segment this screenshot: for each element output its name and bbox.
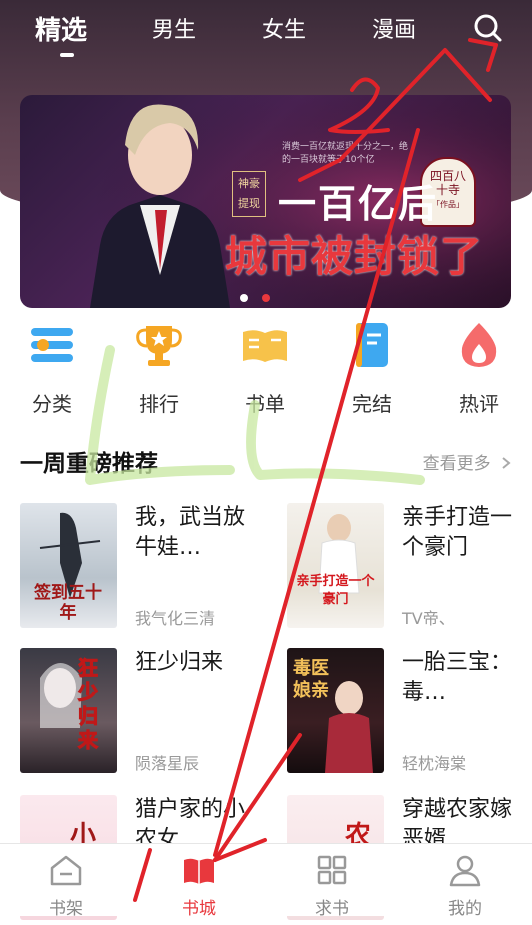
book-author: 我气化三清	[135, 609, 216, 628]
tab-request-book[interactable]: 求书	[292, 852, 372, 919]
section-title: 一周重磅推荐	[20, 451, 158, 477]
cover-title: 亲手打造一个豪门	[296, 574, 375, 607]
notebook-icon	[356, 323, 388, 367]
tab-male[interactable]: 男生	[152, 12, 196, 44]
pagination-dot-active[interactable]	[262, 294, 270, 302]
book-cover: 狂少归来	[20, 648, 117, 773]
book-title: 狂少归来	[135, 650, 224, 675]
book-card[interactable]: 签到五十年 我，武当放牛娃… 我气化三清	[20, 503, 270, 633]
category-label: 分类	[32, 392, 72, 416]
book-author: TV帝、	[402, 609, 455, 628]
view-more-link[interactable]: 查看更多	[423, 449, 512, 474]
grid-icon	[317, 855, 347, 885]
book-cover: 签到五十年	[20, 503, 117, 628]
bookshelf-icon	[50, 855, 82, 886]
tab-book-city[interactable]: 书城	[159, 852, 239, 919]
tab-label: 求书	[315, 899, 349, 919]
category-hot-reviews[interactable]: 热评	[439, 320, 519, 417]
open-book-icon	[243, 330, 287, 362]
section-header: 一周重磅推荐 查看更多	[20, 444, 512, 480]
category-label: 书单	[245, 392, 285, 416]
book-title: 我，武当放牛娃…	[135, 505, 246, 560]
pagination-dot[interactable]	[240, 294, 248, 302]
tab-label: 我的	[448, 899, 482, 919]
trophy-icon	[136, 326, 182, 366]
banner-tag: 神豪提现	[232, 171, 266, 217]
tab-comics[interactable]: 漫画	[372, 12, 416, 44]
banner-pagination	[240, 287, 284, 306]
category-label: 完结	[352, 392, 392, 416]
category-booklist[interactable]: 书单	[225, 320, 305, 417]
banner-subheadline: 城市被封锁了	[225, 232, 484, 281]
cover-figure	[318, 514, 360, 594]
cover-title: 狂少归来	[78, 656, 99, 753]
book-title: 一胎三宝：毒…	[402, 650, 513, 705]
category-classify[interactable]: 分类	[12, 320, 92, 417]
banner-blurb: 消费一百亿就返现十分之一，绝的一百块就等于10个亿	[282, 142, 409, 165]
cover-title: 毒医娘亲	[293, 658, 329, 701]
category-row: 分类 排行 书单 完结 热评	[0, 320, 532, 416]
banner-tag-text: 神豪提现	[238, 177, 260, 210]
search-icon	[474, 14, 502, 42]
promo-banner[interactable]: 四百八十寺 「作品」 消费一百亿就返现十分之一，绝的一百块就等于10个亿 神豪提…	[20, 95, 511, 308]
book-city-icon	[184, 858, 214, 884]
tab-featured[interactable]: 精选	[35, 10, 87, 47]
flame-icon	[461, 323, 497, 367]
tab-label: 书城	[182, 899, 216, 919]
banner-headline: 一百亿后	[278, 182, 439, 226]
book-author: 陨落星辰	[135, 754, 200, 773]
chevron-right-icon	[502, 457, 511, 469]
active-tab-indicator	[60, 53, 74, 57]
category-ranking[interactable]: 排行	[119, 320, 199, 417]
tab-label: 书架	[49, 899, 83, 919]
tab-profile[interactable]: 我的	[425, 852, 505, 919]
view-more-label: 查看更多	[422, 454, 491, 474]
book-cover: 毒医娘亲	[287, 648, 384, 773]
top-nav: 精选 男生 女生 漫画	[0, 0, 532, 80]
search-button[interactable]	[472, 12, 506, 46]
tab-female[interactable]: 女生	[262, 12, 306, 44]
book-title: 亲手打造一个豪门	[402, 505, 513, 560]
bottom-tab-bar: 书架 书城 求书 我的	[0, 843, 532, 919]
book-cover: 亲手打造一个豪门	[287, 503, 384, 628]
tab-bookshelf[interactable]: 书架	[26, 852, 106, 919]
category-label: 热评	[459, 392, 499, 416]
category-label: 排行	[139, 392, 179, 416]
book-author: 轻枕海棠	[402, 754, 467, 773]
cover-title: 签到五十年	[34, 583, 102, 623]
category-list-icon	[31, 328, 73, 362]
book-card[interactable]: 狂少归来 狂少归来 陨落星辰	[20, 648, 270, 778]
category-completed[interactable]: 完结	[332, 320, 412, 417]
book-card[interactable]: 亲手打造一个豪门 亲手打造一个豪门 TV帝、	[287, 503, 532, 633]
user-icon	[449, 855, 481, 887]
book-card[interactable]: 毒医娘亲 一胎三宝：毒… 轻枕海棠	[287, 648, 532, 778]
